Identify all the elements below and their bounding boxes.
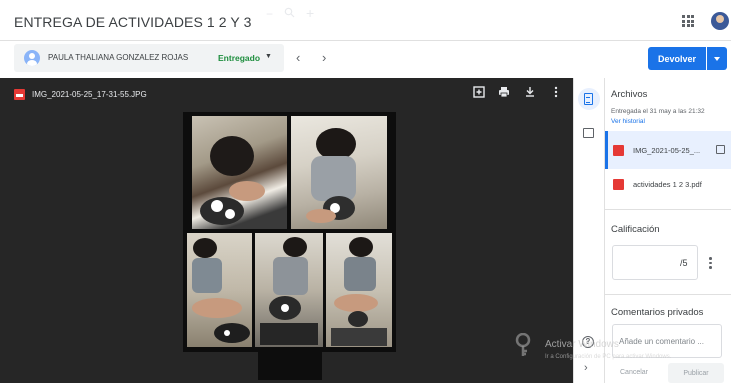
next-student-icon[interactable]: › — [322, 50, 326, 65]
comment-placeholder: Añade un comentario ... — [619, 337, 704, 346]
student-name: PAULA THALIANA GONZALEZ ROJAS — [48, 53, 189, 62]
zoom-out-button[interactable]: − — [266, 7, 273, 21]
photo-1 — [192, 116, 287, 229]
photo-3 — [187, 233, 252, 347]
student-avatar-icon — [24, 50, 40, 66]
pdf-file-icon — [613, 179, 624, 190]
photo-2 — [291, 116, 387, 229]
photo-5 — [326, 233, 392, 347]
document-icon — [584, 93, 593, 105]
zoom-controls — [258, 352, 322, 380]
cancel-button[interactable]: Cancelar — [620, 369, 648, 376]
assignment-title: ENTREGA DE ACTIVIDADES 1 2 Y 3 — [14, 14, 252, 30]
grade-heading: Calificación — [611, 224, 660, 235]
file-item-label[interactable]: actividades 1 2 3.pdf — [633, 180, 702, 189]
print-icon[interactable] — [497, 86, 511, 100]
account-avatar[interactable] — [711, 12, 729, 30]
divider — [605, 209, 731, 210]
return-button[interactable]: Devolver — [648, 47, 706, 70]
grade-max: /5 — [680, 258, 688, 268]
add-comment-icon[interactable] — [472, 86, 486, 100]
activation-watermark-text: Ir a Configuración de PC para activar Wi… — [545, 354, 672, 360]
submission-status: Entregado — [218, 53, 261, 63]
image-file-icon — [613, 145, 624, 156]
photo-4 — [255, 233, 323, 347]
publish-button[interactable]: Publicar — [668, 363, 724, 383]
zoom-in-button[interactable]: + — [306, 5, 314, 21]
divider — [605, 294, 731, 295]
file-item-label: IMG_2021-05-25_... — [633, 146, 701, 155]
history-link[interactable]: Ver historial — [611, 118, 645, 125]
apps-grid-icon[interactable] — [682, 15, 694, 27]
previous-student-icon[interactable]: ‹ — [296, 50, 300, 65]
grade-options-icon[interactable] — [709, 257, 712, 269]
chevron-right-icon[interactable]: › — [584, 362, 588, 374]
key-icon — [515, 332, 533, 357]
private-comments-heading: Comentarios privados — [611, 307, 704, 318]
files-heading: Archivos — [611, 89, 648, 100]
more-options-icon[interactable] — [549, 86, 563, 100]
download-icon[interactable] — [523, 86, 537, 100]
return-options-button[interactable] — [707, 47, 727, 70]
zoom-icon — [284, 7, 295, 21]
open-new-window-icon[interactable] — [716, 145, 725, 154]
submitted-date: Entregada el 31 may a las 21:32 — [611, 108, 705, 115]
activation-watermark-title: Activar Windows — [545, 339, 619, 350]
image-file-icon — [14, 89, 25, 100]
viewer-file-name: IMG_2021-05-25_17-31-55.JPG — [32, 90, 147, 99]
rubric-icon[interactable] — [583, 128, 594, 138]
chevron-down-icon[interactable]: ▼ — [265, 53, 272, 60]
